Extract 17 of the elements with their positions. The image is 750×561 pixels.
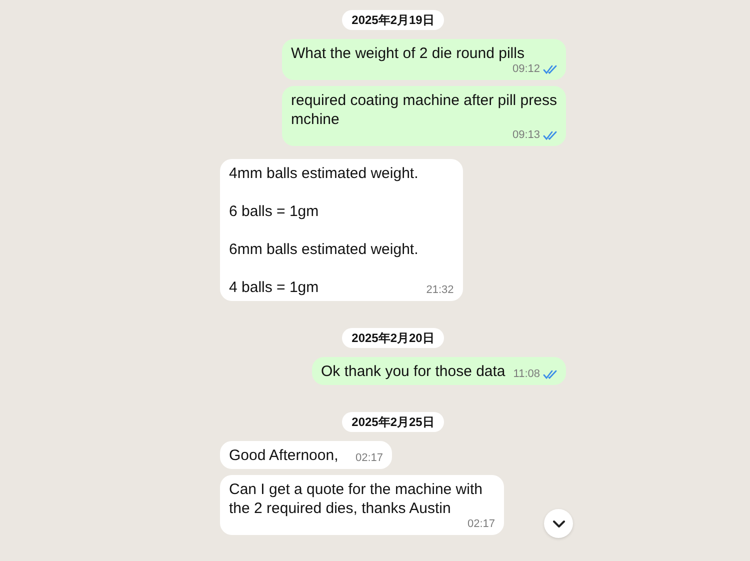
message-text: Ok thank you for those data [321,362,506,381]
message-text: 4mm balls estimated weight. 6 balls = 1gm 6mm balls estimated weight. 4 balls = 1gm [229,164,418,297]
message-time: 02:17 [355,452,383,465]
date-label: 2025年2月19日 [342,10,444,30]
message-text: Can I get a quote for the machine with the 2 required dies, thanks Austin [229,480,484,518]
message-time: 02:17 [467,518,495,531]
message-text: required coating machine after pill press mchine [291,91,557,129]
message-text: Good Afternoon, [229,446,338,465]
date-label: 2025年2月20日 [342,328,444,348]
message-time: 11:08 [513,368,540,381]
message-text: What the weight of 2 die round pills [291,44,524,63]
scroll-down-button[interactable] [544,509,573,538]
date-label: 2025年2月25日 [342,412,444,432]
message-time: 09:12 [512,63,540,76]
chevron-down-icon [552,520,564,528]
message-time: 09:13 [512,129,540,142]
message-time: 21:32 [426,284,454,297]
